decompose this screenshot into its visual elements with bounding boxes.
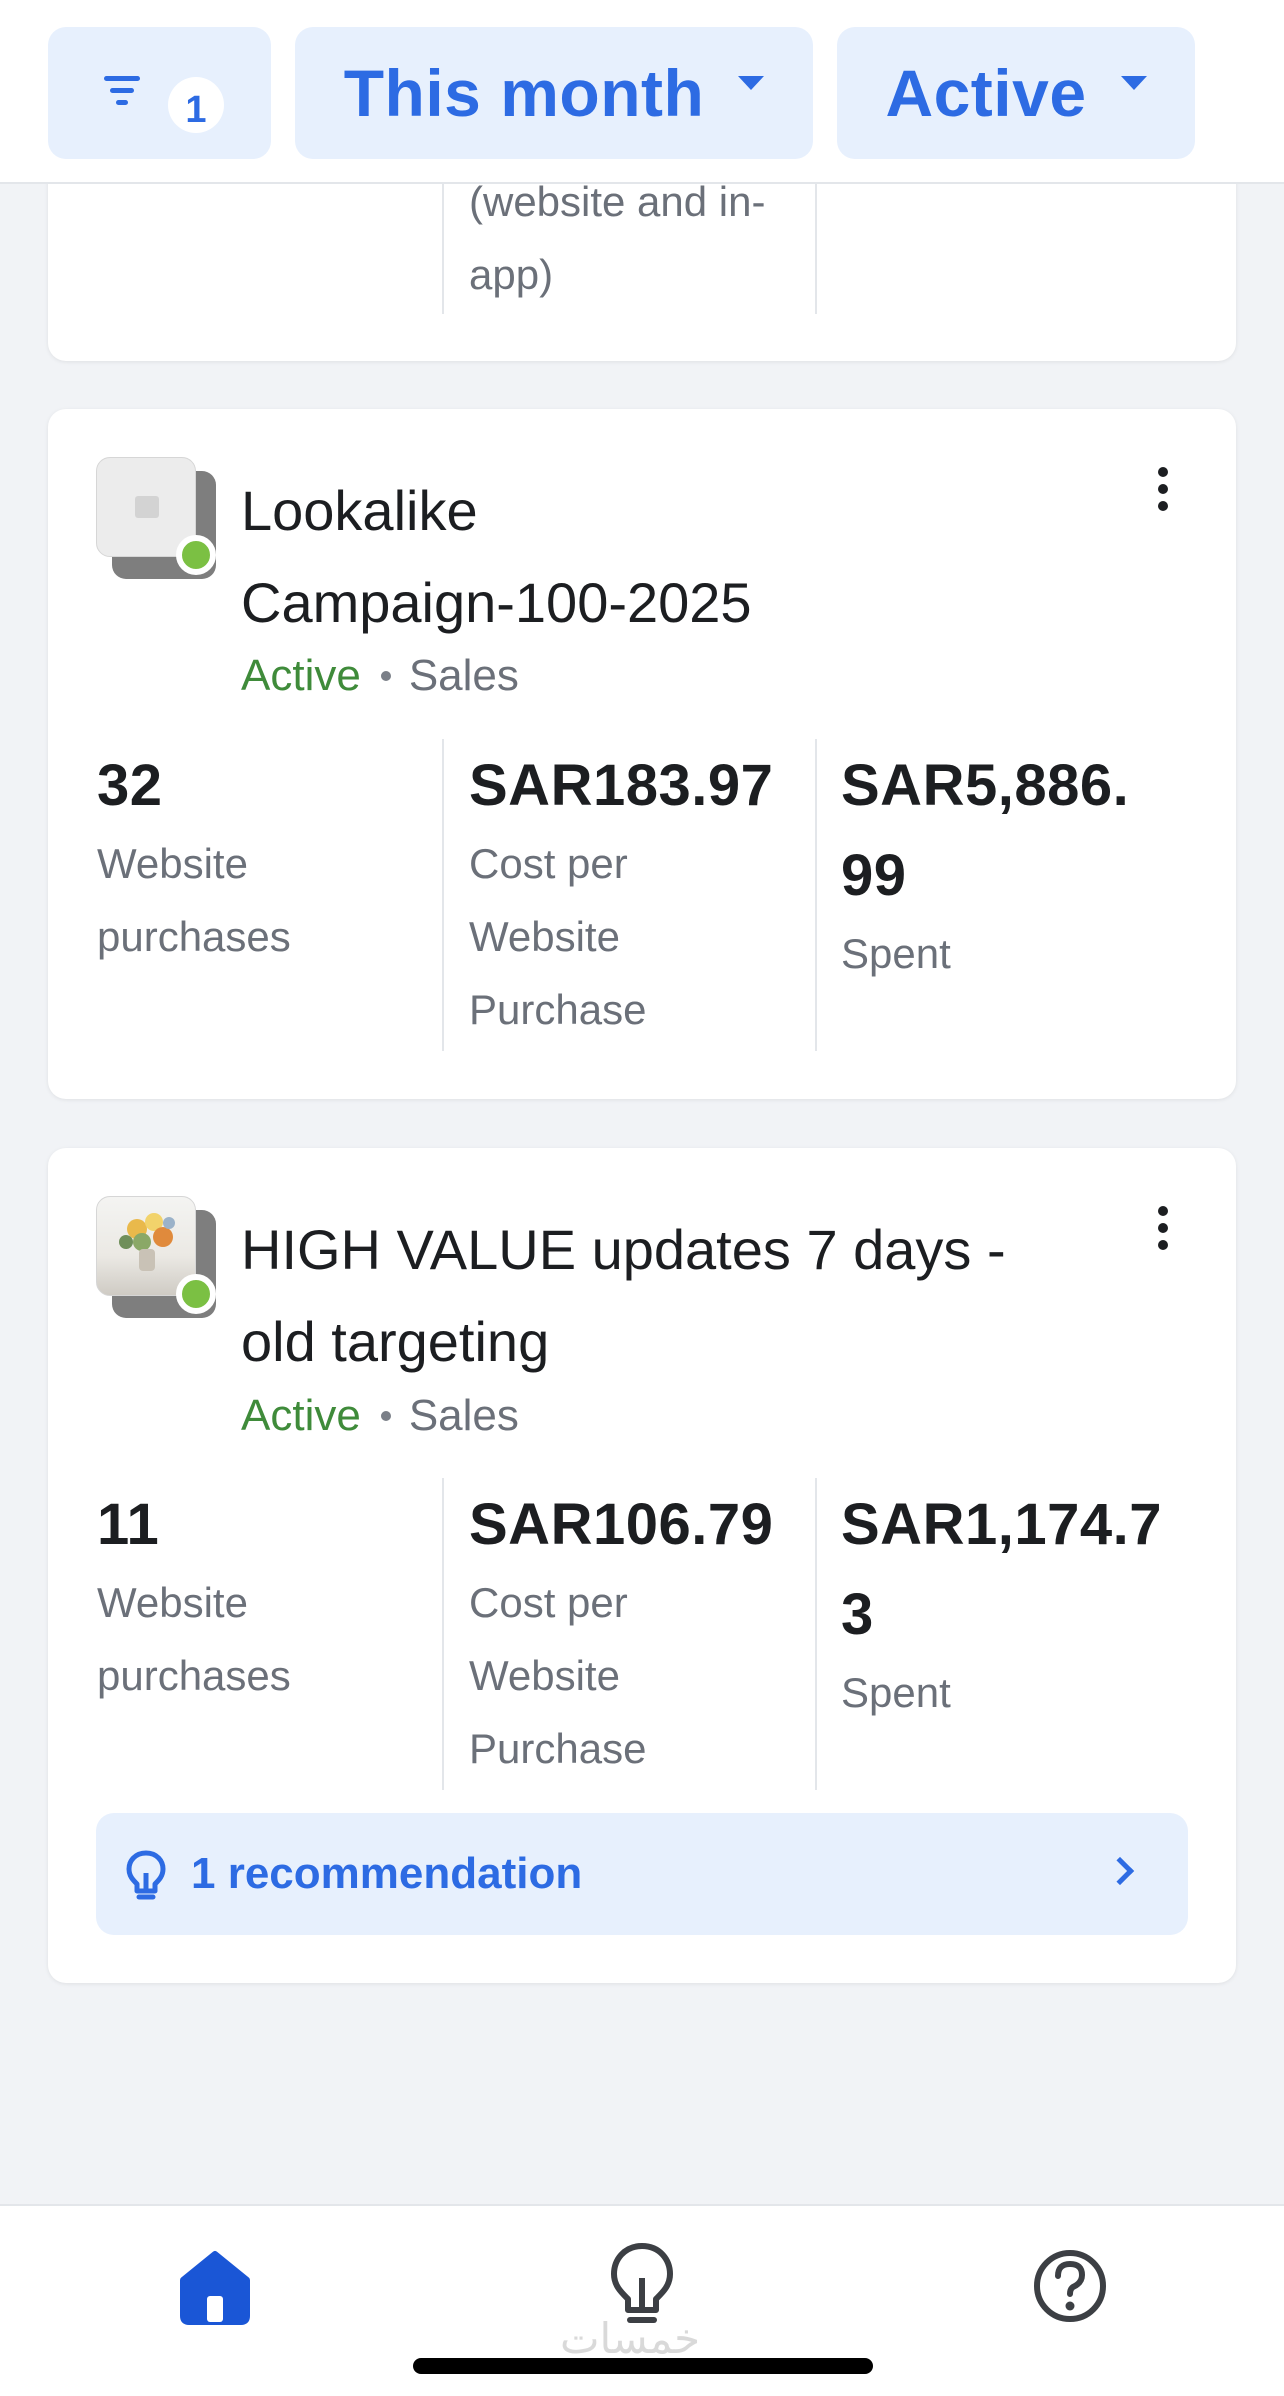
more-options-icon[interactable] <box>1158 1206 1170 1250</box>
status-label: Active <box>885 56 1087 130</box>
metric-label-line: Purchase <box>469 986 647 1033</box>
campaign-card[interactable]: Lookalike Campaign-100-2025 Active Sales… <box>48 409 1236 1099</box>
status-dot-icon <box>176 535 216 575</box>
filter-icon <box>104 76 140 106</box>
metric-cost-per-result: (website and in- app) <box>469 165 825 311</box>
campaign-title-line: HIGH VALUE updates 7 days - <box>241 1218 1006 1281</box>
metric-cost-per-result: SAR183.97 Cost per Website Purchase <box>469 741 825 1046</box>
filter-button[interactable]: 1 <box>48 27 271 159</box>
lightbulb-icon <box>126 1850 166 1900</box>
campaign-card[interactable]: HIGH VALUE updates 7 days - old targetin… <box>48 1148 1236 1983</box>
status-dropdown[interactable]: Active <box>837 27 1195 159</box>
separator-dot <box>380 1411 391 1421</box>
watermark-text: خمسات <box>560 2314 701 2363</box>
metric-label-line: Purchase <box>469 1725 647 1772</box>
campaign-title-line: Lookalike <box>241 479 478 542</box>
campaign-title[interactable]: HIGH VALUE updates 7 days - old targetin… <box>241 1204 1091 1388</box>
metric-value: 3 <box>841 1582 874 1647</box>
campaign-thumbnail <box>96 457 218 579</box>
date-range-label: This month <box>343 56 705 130</box>
campaign-title-line: old targeting <box>241 1310 550 1373</box>
metric-value: SAR106.79 <box>469 1492 774 1557</box>
help-icon <box>1034 2250 1106 2322</box>
status-text: Active <box>241 1391 361 1440</box>
metric-spent: SAR5,886. 99 Spent <box>841 741 1221 990</box>
campaign-title-line: Campaign-100-2025 <box>241 571 752 634</box>
metric-label-line: purchases <box>97 1652 291 1699</box>
metric-label-line: Website <box>469 1652 620 1699</box>
campaign-title[interactable]: Lookalike Campaign-100-2025 <box>241 465 1091 649</box>
metric-label-line: Website <box>97 840 248 887</box>
campaign-thumbnail <box>96 1196 218 1318</box>
metric-value: 11 <box>97 1492 160 1557</box>
metric-value: SAR183.97 <box>469 753 774 818</box>
campaign-category: Sales <box>408 1391 519 1440</box>
campaign-category: Sales <box>408 651 519 700</box>
metric-label-line: Website <box>469 913 620 960</box>
filter-count-badge: 1 <box>168 77 224 133</box>
recommendation-label: 1 recommendation <box>191 1849 583 1898</box>
metric-cost-per-result: SAR106.79 Cost per Website Purchase <box>469 1480 825 1785</box>
status-dot-icon <box>176 1274 216 1314</box>
app-screen: (website and in- app) Lookalike Campaign… <box>0 0 1284 2396</box>
metric-value: 99 <box>841 843 907 908</box>
metric-label-line: purchases <box>97 913 291 960</box>
metric-label-line: Spent <box>841 930 951 977</box>
caret-down-icon <box>1120 76 1147 90</box>
separator-dot <box>380 671 391 681</box>
metric-label-line: Cost per <box>469 1579 628 1626</box>
caret-down-icon <box>738 76 765 90</box>
metric-spent: SAR1,174.7 3 Spent <box>841 1480 1221 1729</box>
metric-results: 11 Website purchases <box>97 1480 453 1712</box>
status-text: Active <box>241 651 361 700</box>
tab-help[interactable] <box>1020 2236 1120 2336</box>
metric-label-line: app) <box>469 251 554 298</box>
metric-value: SAR1,174.7 <box>841 1492 1162 1557</box>
metric-value: 32 <box>97 753 163 818</box>
filter-bar: 1 This month Active <box>0 0 1284 184</box>
metric-label-line: Website <box>97 1579 248 1626</box>
recommendation-button[interactable]: 1 recommendation <box>96 1813 1188 1935</box>
metric-value: SAR5,886. <box>841 753 1130 818</box>
bottom-tab-bar: خمسات <box>0 2204 1284 2396</box>
tab-home[interactable] <box>165 2236 265 2336</box>
metric-label-line: Spent <box>841 1669 951 1716</box>
campaign-status-row: Active Sales <box>241 646 519 706</box>
metric-results: 32 Website purchases <box>97 741 453 973</box>
chevron-right-icon <box>1105 1856 1135 1886</box>
more-options-icon[interactable] <box>1158 467 1170 511</box>
home-icon <box>180 2251 250 2325</box>
home-indicator <box>413 2358 873 2374</box>
date-range-dropdown[interactable]: This month <box>295 27 813 159</box>
campaign-status-row: Active Sales <box>241 1386 519 1446</box>
metric-label-line: Cost per <box>469 840 628 887</box>
